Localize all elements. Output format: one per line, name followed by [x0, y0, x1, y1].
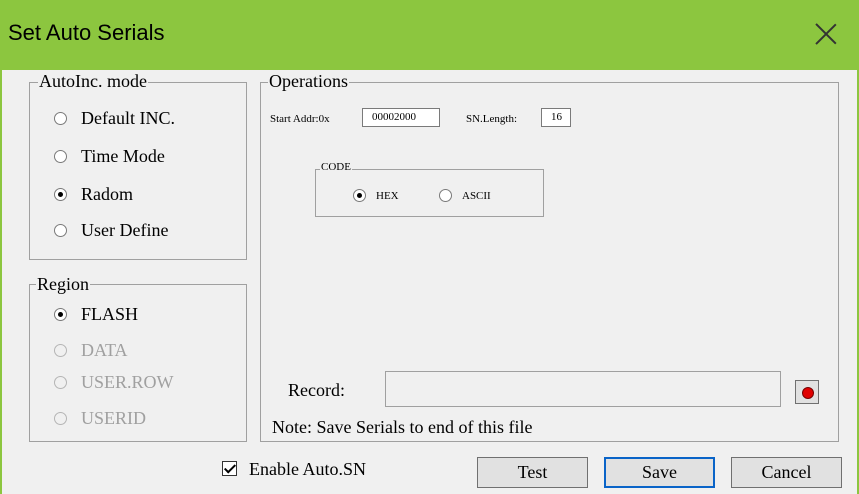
start-addr-label: Start Addr:0x — [270, 113, 330, 125]
sn-length-input[interactable]: 16 — [541, 108, 571, 127]
record-browse-button[interactable] — [795, 380, 819, 404]
close-icon[interactable] — [814, 22, 838, 46]
radio-circle-icon — [54, 150, 67, 163]
record-icon — [802, 387, 814, 399]
test-button[interactable]: Test — [477, 457, 588, 488]
radio-userid[interactable]: USERID — [54, 408, 146, 429]
record-label: Record: — [288, 380, 345, 400]
radio-flash[interactable]: FLASH — [54, 304, 138, 325]
code-legend: CODE — [320, 160, 352, 174]
radio-label: FLASH — [81, 304, 139, 324]
operations-legend: Operations — [268, 71, 349, 91]
radio-time-mode[interactable]: Time Mode — [54, 146, 165, 167]
radio-ascii[interactable]: ASCII — [439, 189, 491, 202]
radio-circle-icon — [54, 344, 67, 357]
radio-default-inc[interactable]: Default INC. — [54, 108, 175, 129]
radio-label: HEX — [376, 189, 399, 202]
sn-length-label: SN.Length: — [466, 113, 518, 125]
radio-label: USERID — [81, 408, 147, 428]
window-border-left — [0, 70, 2, 494]
radio-label: Radom — [81, 184, 133, 204]
radio-user-row[interactable]: USER.ROW — [54, 372, 174, 393]
radio-circle-icon — [54, 412, 67, 425]
record-path-field[interactable] — [385, 371, 781, 407]
start-addr-input[interactable]: 00002000 — [362, 108, 440, 127]
radio-label: User Define — [81, 220, 169, 240]
radio-hex[interactable]: HEX — [353, 189, 399, 202]
radio-circle-icon — [54, 112, 67, 125]
enable-auto-sn-label: Enable Auto.SN — [249, 459, 366, 479]
cancel-button[interactable]: Cancel — [731, 457, 842, 488]
radio-circle-icon — [54, 224, 67, 237]
enable-auto-sn-checkbox[interactable] — [222, 461, 237, 476]
radio-selected-icon — [54, 188, 67, 201]
radio-label: ASCII — [462, 189, 491, 202]
window-title: Set Auto Serials — [8, 20, 165, 45]
radio-selected-icon — [54, 308, 67, 321]
note-text: Note: Save Serials to end of this file — [272, 417, 533, 437]
radio-label: Default INC. — [81, 108, 175, 128]
region-legend: Region — [36, 274, 90, 294]
radio-selected-icon — [353, 189, 366, 202]
radio-label: DATA — [81, 340, 128, 360]
code-group — [315, 169, 544, 217]
save-button[interactable]: Save — [604, 457, 715, 488]
radio-circle-icon — [439, 189, 452, 202]
radio-label: Time Mode — [81, 146, 165, 166]
radio-data[interactable]: DATA — [54, 340, 128, 361]
radio-user-define[interactable]: User Define — [54, 220, 168, 241]
radio-radom[interactable]: Radom — [54, 184, 133, 205]
autoinc-mode-legend: AutoInc. mode — [38, 71, 148, 91]
radio-circle-icon — [54, 376, 67, 389]
radio-label: USER.ROW — [81, 372, 174, 392]
